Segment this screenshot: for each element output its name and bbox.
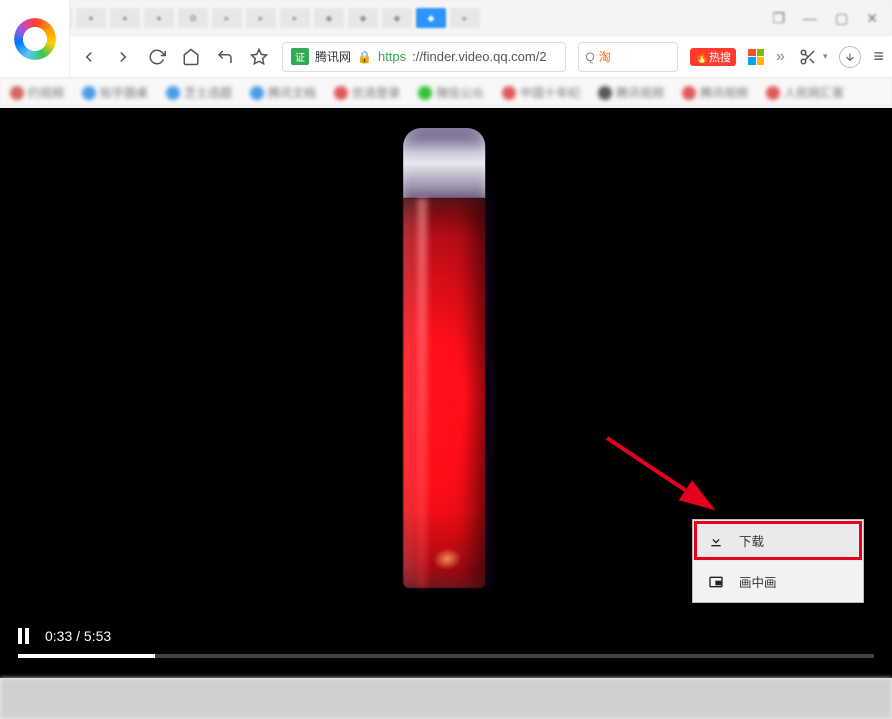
undo-button[interactable] <box>214 46 236 68</box>
tab[interactable]: ● <box>110 8 140 28</box>
playback-time: 0:33 / 5:53 <box>45 628 111 644</box>
phone-top <box>403 128 485 198</box>
page-footer-blur <box>0 678 892 719</box>
close-icon[interactable]: ✕ <box>866 10 878 27</box>
tab-active[interactable]: ◆ <box>416 8 446 28</box>
reload-button[interactable] <box>146 46 168 68</box>
player-controls: 0:33 / 5:53 <box>0 614 892 678</box>
bookmark-item[interactable]: 优选登录 <box>334 84 400 101</box>
download-icon <box>707 533 725 549</box>
download-label: 下载 <box>739 531 764 550</box>
bookmark-item[interactable]: 腾讯视频 <box>682 84 748 101</box>
window-titlebar: ▸ ● ● ● ● ✿ ▸ ▸ ▸ ◆ ◆ ◆ ◆ ▸ ❐ — ▢ ✕ <box>0 0 892 36</box>
phone-body <box>403 198 485 588</box>
url-path: ://finder.video.qq.com/2 <box>412 49 546 64</box>
more-extensions[interactable]: » <box>776 48 785 66</box>
bookmark-item[interactable]: 腾讯视频 <box>598 84 664 101</box>
tab[interactable]: ▸ <box>212 8 242 28</box>
tab[interactable]: ◆ <box>348 8 378 28</box>
url-protocol: https <box>378 49 406 64</box>
search-box[interactable]: Q 淘 <box>578 42 678 72</box>
tao-label: 淘 <box>599 48 611 65</box>
scissors-dropdown-icon[interactable]: ▾ <box>823 51 828 62</box>
context-menu-pip[interactable]: 画中画 <box>693 561 863 602</box>
tab[interactable]: ▸ <box>280 8 310 28</box>
context-menu-download[interactable]: 下载 <box>693 520 863 561</box>
bookmark-item[interactable]: 芝士选题 <box>166 84 232 101</box>
bookmark-item[interactable]: 人民网汇客 <box>766 84 844 101</box>
annotation-arrow <box>602 433 732 523</box>
downloads-button[interactable] <box>839 46 861 68</box>
scissors-icon[interactable] <box>797 46 819 68</box>
forward-button[interactable] <box>112 46 134 68</box>
context-menu: 下载 画中画 <box>692 519 864 603</box>
tab[interactable]: ◆ <box>382 8 412 28</box>
bookmark-item[interactable]: 知乎圆桌 <box>82 84 148 101</box>
window-controls: ❐ — ▢ ✕ <box>772 10 884 27</box>
hamburger-menu-icon[interactable]: ≡ <box>873 46 884 67</box>
logo-ring-icon <box>14 18 56 60</box>
minimize-icon[interactable]: — <box>803 10 817 27</box>
tab[interactable]: ◆ <box>314 8 344 28</box>
tab[interactable]: ▸ <box>246 8 276 28</box>
pause-button[interactable] <box>18 628 29 644</box>
star-button[interactable] <box>248 46 270 68</box>
bookmarks-bar: 约视频 知乎圆桌 芝士选题 腾讯文档 优选登录 微信公众 中国十年纪 腾讯视频 … <box>0 78 892 108</box>
video-player[interactable]: 0:33 / 5:53 下载 画中画 <box>0 108 892 678</box>
bookmark-item[interactable]: 微信公众 <box>418 84 484 101</box>
pip-label: 画中画 <box>739 572 777 591</box>
bookmark-item[interactable]: 约视频 <box>10 84 64 101</box>
total-time: 5:53 <box>84 628 111 644</box>
browser-logo[interactable] <box>0 0 70 78</box>
home-button[interactable] <box>180 46 202 68</box>
site-name-label: 腾讯网 <box>315 48 351 65</box>
bookmark-item[interactable]: 中国十年纪 <box>502 84 580 101</box>
tab-strip: ▸ ● ● ● ● ✿ ▸ ▸ ▸ ◆ ◆ ◆ ◆ ▸ <box>8 8 772 28</box>
video-content <box>399 128 489 588</box>
progress-fill <box>18 654 155 658</box>
browser-navbar: 证 腾讯网 🔒 https ://finder.video.qq.com/2 Q … <box>0 36 892 78</box>
hot-search-badge[interactable]: 🔥热搜 <box>690 48 736 66</box>
microsoft-apps-icon[interactable] <box>748 49 764 65</box>
tab[interactable]: ● <box>144 8 174 28</box>
progress-bar[interactable] <box>18 654 874 658</box>
tab[interactable]: ▸ <box>450 8 480 28</box>
current-time: 0:33 <box>45 628 72 644</box>
lock-icon: 🔒 <box>357 50 372 64</box>
cert-badge: 证 <box>291 48 309 65</box>
address-bar[interactable]: 证 腾讯网 🔒 https ://finder.video.qq.com/2 <box>282 42 566 72</box>
search-icon: Q <box>585 50 594 64</box>
tab[interactable]: ● <box>76 8 106 28</box>
pip-icon <box>707 574 725 590</box>
bookmark-item[interactable]: 腾讯文档 <box>250 84 316 101</box>
tab[interactable]: ✿ <box>178 8 208 28</box>
restore-icon[interactable]: ❐ <box>772 10 785 27</box>
back-button[interactable] <box>78 46 100 68</box>
maximize-icon[interactable]: ▢ <box>835 10 848 27</box>
